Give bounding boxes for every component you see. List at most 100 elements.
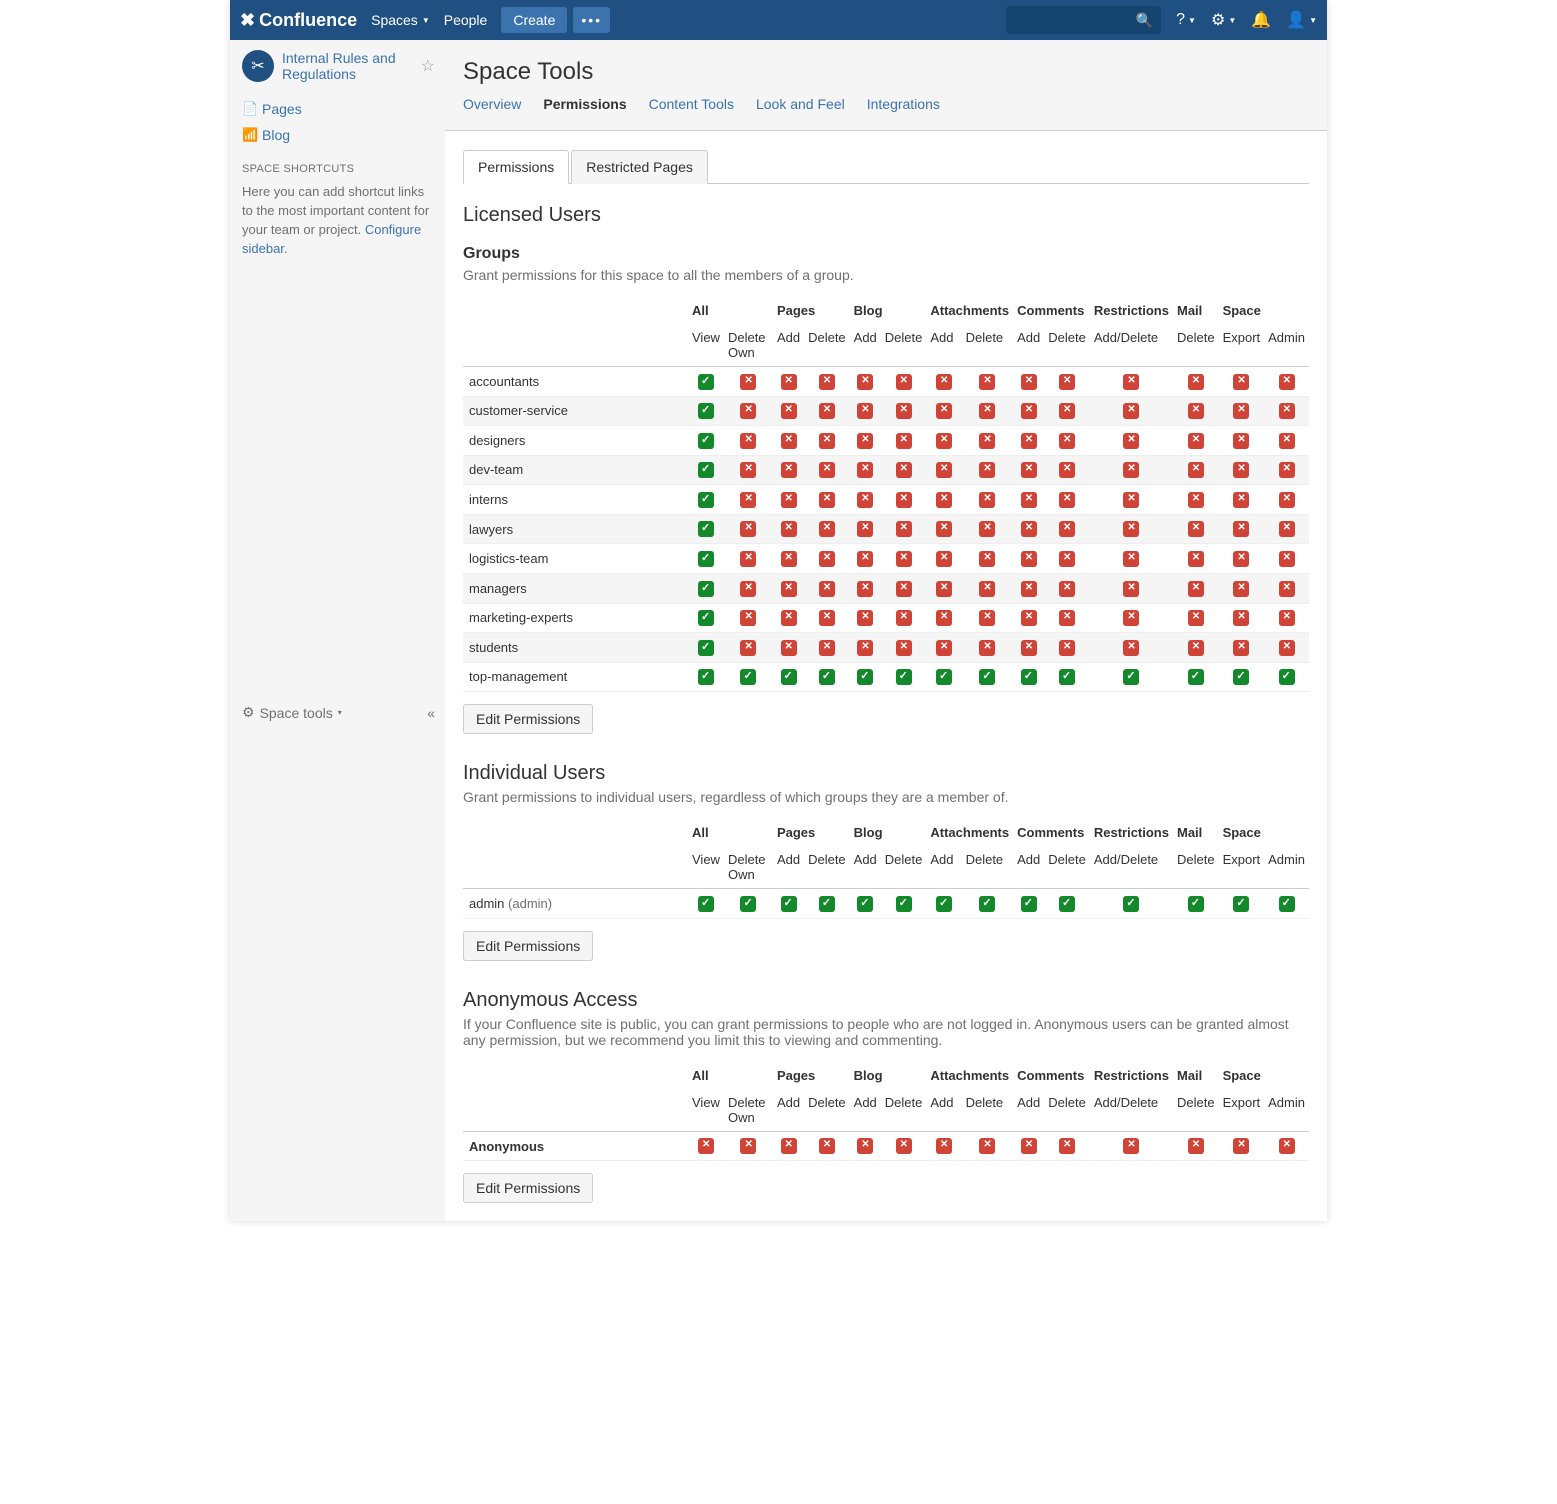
- permission-cell: [688, 573, 724, 603]
- space-tools-link[interactable]: ⚙ Space tools ▾: [242, 704, 342, 721]
- edit-permissions-button[interactable]: Edit Permissions: [463, 931, 593, 961]
- star-icon[interactable]: ☆: [421, 56, 435, 76]
- subtab-restricted-pages[interactable]: Restricted Pages: [571, 150, 708, 184]
- sidebar-link-pages[interactable]: 📄 Pages: [242, 96, 435, 122]
- permission-cell: [881, 603, 927, 633]
- check-icon: [698, 581, 714, 597]
- permission-cell: [688, 603, 724, 633]
- cross-icon: [819, 492, 835, 508]
- chevron-down-icon: ▾: [338, 708, 342, 717]
- permission-cell: [804, 485, 850, 515]
- collapse-sidebar-icon[interactable]: «: [427, 705, 435, 721]
- user-menu[interactable]: 👤▼: [1286, 10, 1317, 30]
- check-icon: [698, 551, 714, 567]
- cross-icon: [1233, 521, 1249, 537]
- cross-icon: [781, 581, 797, 597]
- check-icon: [740, 896, 756, 912]
- permission-cell: [724, 1131, 773, 1161]
- permission-cell: [926, 396, 961, 426]
- help-menu[interactable]: ?▼: [1176, 11, 1196, 29]
- row-name: marketing-experts: [463, 603, 688, 633]
- sidebar-link-blog[interactable]: 📶 Blog: [242, 122, 435, 148]
- permission-cell: [926, 426, 961, 456]
- cross-icon: [857, 1138, 873, 1154]
- subtab-permissions[interactable]: Permissions: [463, 150, 569, 184]
- confluence-logo[interactable]: ✖ Confluence: [240, 10, 357, 31]
- permission-cell: [1173, 455, 1219, 485]
- cross-icon: [781, 433, 797, 449]
- permission-cell: [688, 544, 724, 574]
- check-icon: [781, 669, 797, 685]
- notifications-icon[interactable]: 🔔: [1251, 10, 1271, 30]
- edit-permissions-button[interactable]: Edit Permissions: [463, 1173, 593, 1203]
- settings-menu[interactable]: ⚙▼: [1211, 10, 1236, 30]
- cross-icon: [740, 640, 756, 656]
- tab-permissions[interactable]: Permissions: [543, 96, 626, 120]
- permission-cell: [724, 662, 773, 692]
- global-header: ✖ Confluence Spaces ▼ People Create ••• …: [230, 0, 1327, 40]
- nav-people[interactable]: People: [444, 12, 488, 28]
- cross-icon: [740, 462, 756, 478]
- permission-cell: [724, 455, 773, 485]
- tab-look-and-feel[interactable]: Look and Feel: [756, 96, 845, 120]
- permission-cell: [1013, 514, 1044, 544]
- row-name: designers: [463, 426, 688, 456]
- cross-icon: [896, 492, 912, 508]
- permission-cell: [850, 544, 881, 574]
- permission-cell: [688, 662, 724, 692]
- permission-cell: [850, 426, 881, 456]
- permission-cell: [1044, 367, 1090, 397]
- tab-integrations[interactable]: Integrations: [867, 96, 940, 120]
- permission-cell: [1219, 889, 1265, 919]
- anonymous-access-heading: Anonymous Access: [463, 989, 1309, 1012]
- cross-icon: [1233, 640, 1249, 656]
- cross-icon: [1188, 640, 1204, 656]
- chevron-down-icon: ▼: [422, 16, 430, 25]
- table-row: dev-team: [463, 455, 1309, 485]
- permission-cell: [724, 396, 773, 426]
- cross-icon: [1279, 610, 1295, 626]
- check-icon: [698, 521, 714, 537]
- cross-icon: [1021, 403, 1037, 419]
- table-row: Anonymous: [463, 1131, 1309, 1161]
- permission-cell: [724, 573, 773, 603]
- tab-overview[interactable]: Overview: [463, 96, 521, 120]
- cross-icon: [1021, 374, 1037, 390]
- permission-cell: [804, 514, 850, 544]
- space-title-link[interactable]: Internal Rules and Regulations: [282, 50, 413, 82]
- permission-cell: [804, 1131, 850, 1161]
- cross-icon: [857, 581, 873, 597]
- edit-permissions-button[interactable]: Edit Permissions: [463, 704, 593, 734]
- permission-cell: [1219, 573, 1265, 603]
- cross-icon: [1021, 1138, 1037, 1154]
- check-icon: [1233, 896, 1249, 912]
- nav-spaces[interactable]: Spaces ▼: [371, 12, 430, 28]
- permission-cell: [926, 455, 961, 485]
- cross-icon: [1021, 521, 1037, 537]
- check-icon: [819, 896, 835, 912]
- tab-content-tools[interactable]: Content Tools: [649, 96, 734, 120]
- permission-cell: [1044, 514, 1090, 544]
- cross-icon: [1123, 433, 1139, 449]
- create-button[interactable]: Create: [501, 7, 567, 33]
- check-icon: [1279, 896, 1295, 912]
- permission-cell: [688, 633, 724, 663]
- permission-cell: [881, 426, 927, 456]
- cross-icon: [1059, 640, 1075, 656]
- permission-cell: [850, 633, 881, 663]
- cross-icon: [1021, 492, 1037, 508]
- permission-cell: [1173, 1131, 1219, 1161]
- search-input[interactable]: 🔍: [1006, 6, 1161, 34]
- create-more-button[interactable]: •••: [573, 7, 610, 33]
- permission-cell: [1173, 396, 1219, 426]
- permission-cell: [962, 603, 1014, 633]
- shortcuts-description: Here you can add shortcut links to the m…: [242, 183, 435, 258]
- cross-icon: [896, 374, 912, 390]
- permission-cell: [1173, 889, 1219, 919]
- permission-cell: [881, 514, 927, 544]
- permission-cell: [688, 367, 724, 397]
- permission-cell: [724, 889, 773, 919]
- cross-icon: [936, 374, 952, 390]
- permission-cell: [1013, 426, 1044, 456]
- check-icon: [1021, 896, 1037, 912]
